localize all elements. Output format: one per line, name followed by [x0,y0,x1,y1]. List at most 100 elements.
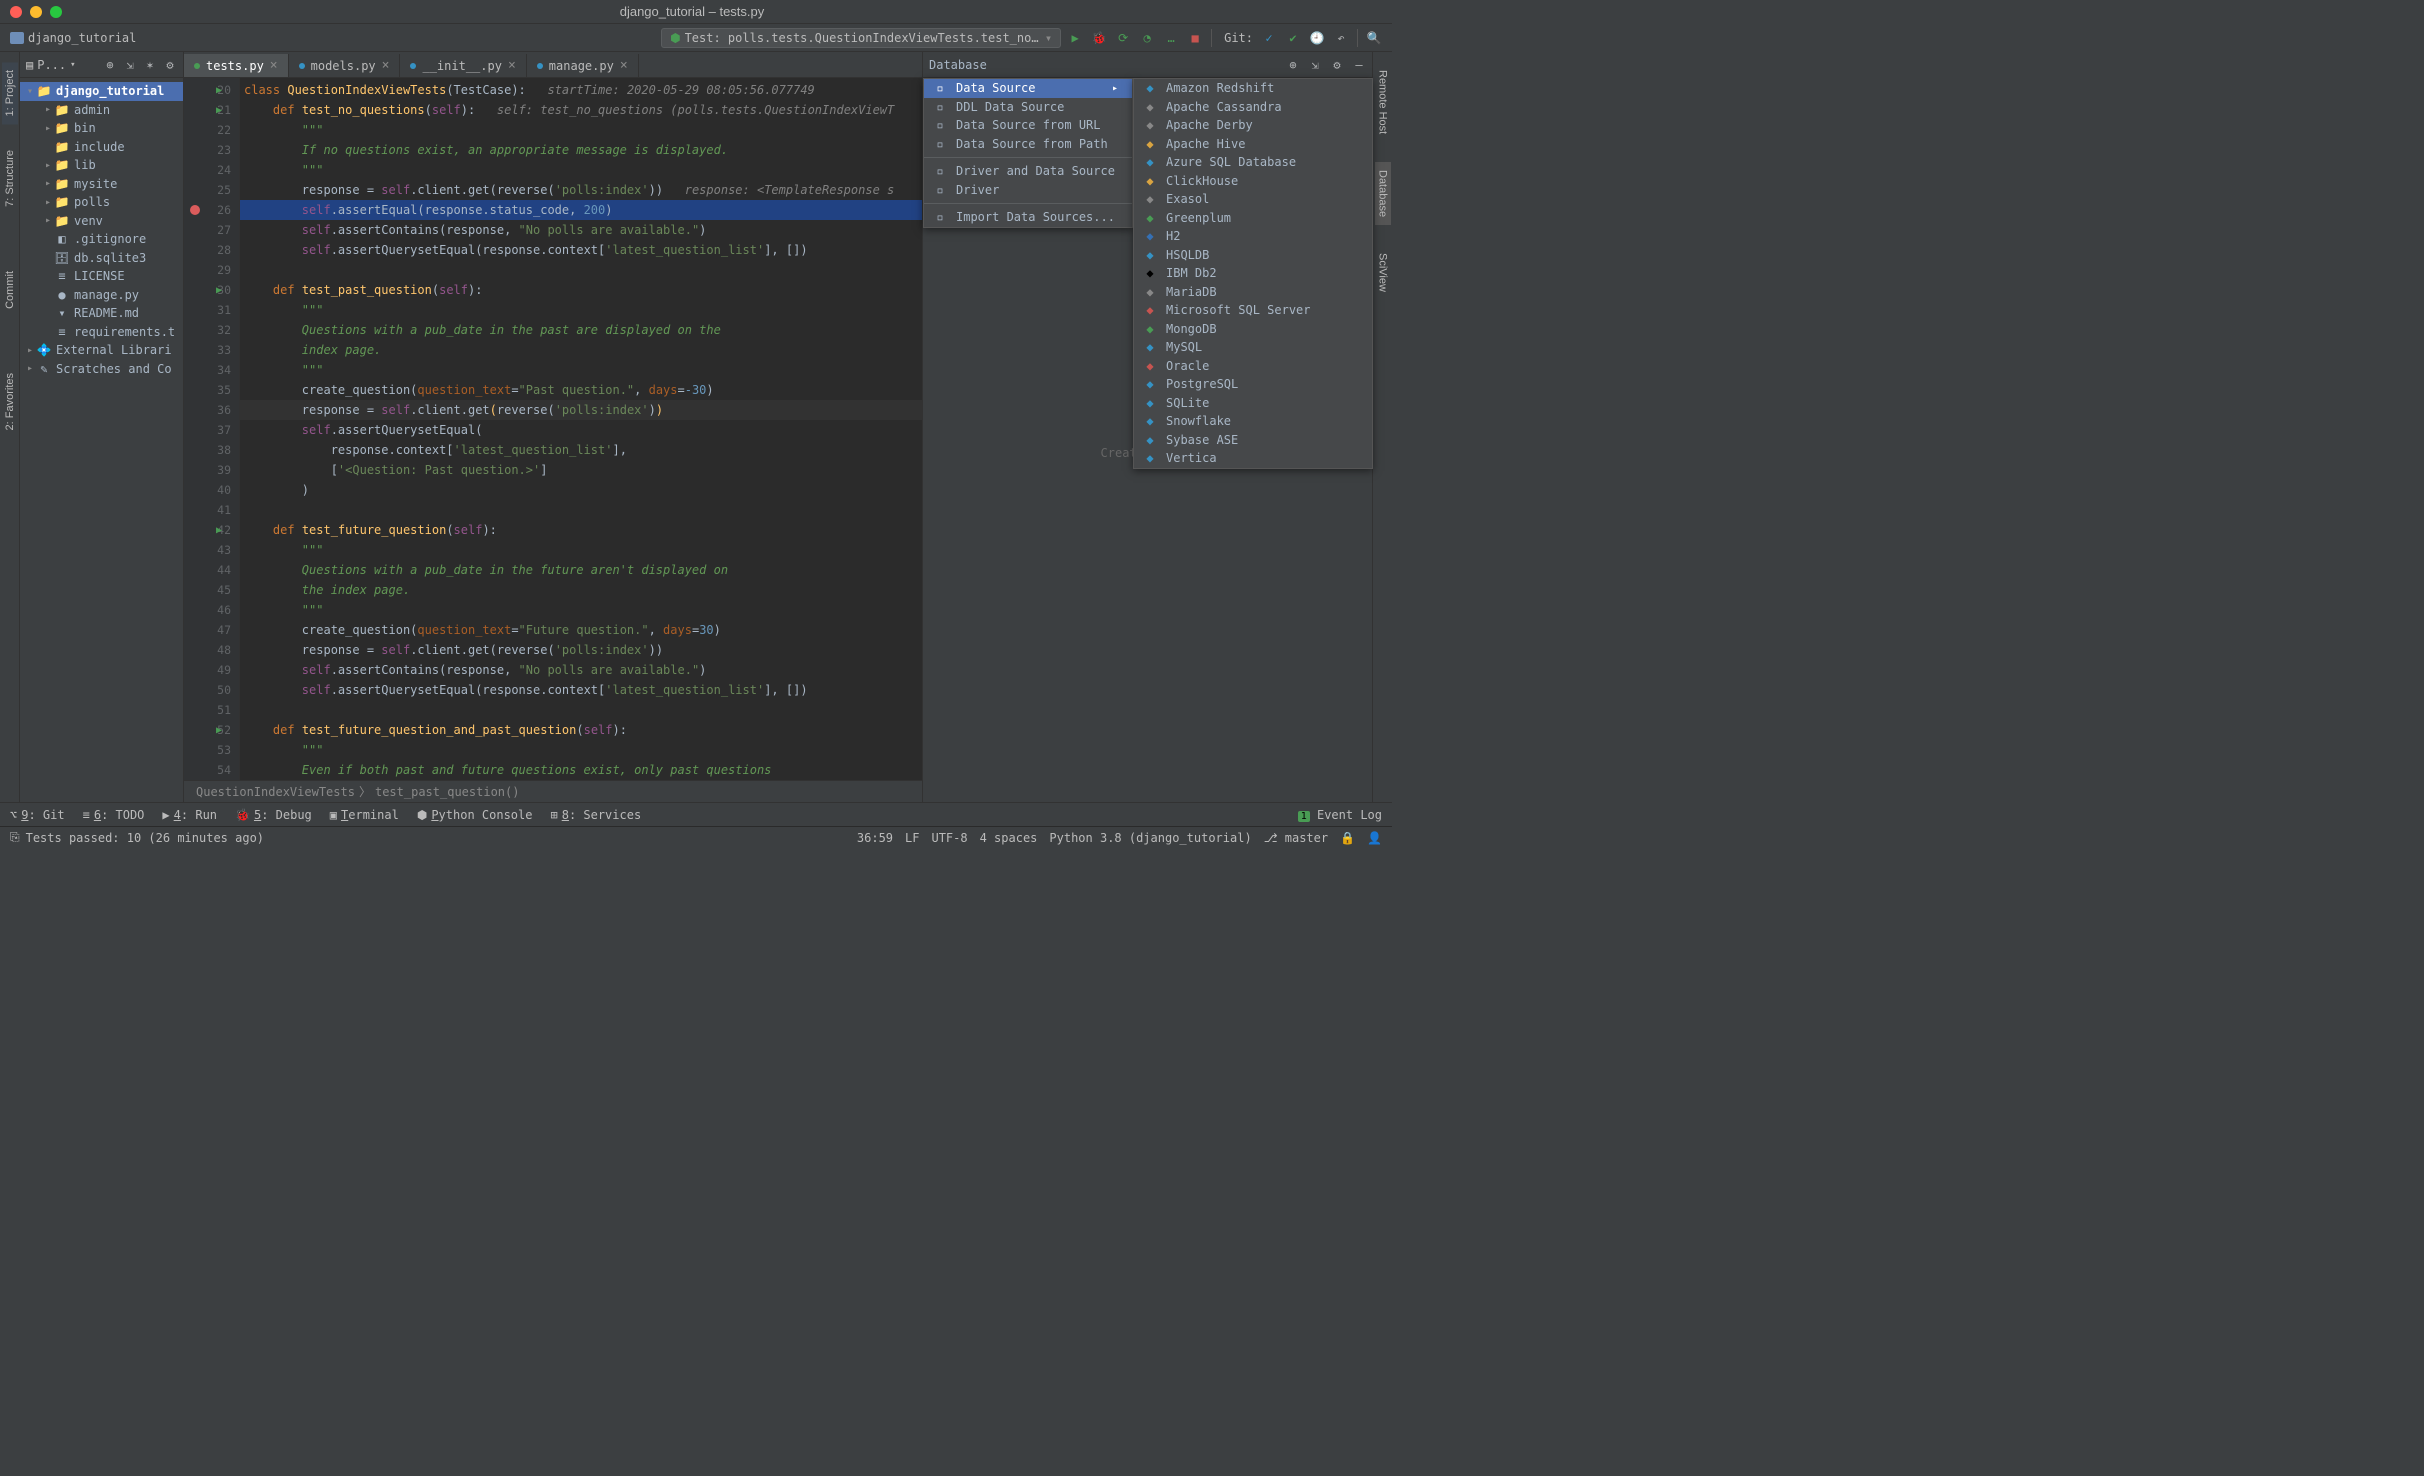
gutter-line-40[interactable]: 40 [184,480,239,500]
close-tab-icon[interactable]: × [620,58,628,73]
gutter-line-25[interactable]: 25 [184,180,239,200]
gutter-line-36[interactable]: 36 [184,400,239,420]
menu-data-source[interactable]: ▫Data Source▸ [924,79,1132,98]
rollback-button[interactable]: ↶ [1333,30,1349,46]
tree-item-readme-md[interactable]: ▾README.md [20,304,183,323]
left-strip-commit[interactable]: Commit [2,263,18,317]
gutter-line-33[interactable]: 33 [184,340,239,360]
tree-item-django_tutorial[interactable]: ▾📁django_tutorial [20,82,183,101]
db-sqlite[interactable]: ◆SQLite [1134,394,1372,413]
status-5[interactable]: ⎇ master [1264,831,1328,845]
tree-item-db-sqlite3[interactable]: 🗄db.sqlite3 [20,249,183,268]
db-hsqldb[interactable]: ◆HSQLDB [1134,246,1372,265]
code-line-27[interactable]: self.assertContains(response, "No polls … [240,220,922,240]
editor-gutter[interactable]: 20▶21▶222324252627282930▶313233343536373… [184,78,240,780]
right-strip-database[interactable]: Database [1375,162,1391,225]
status-1[interactable]: LF [905,831,919,845]
bottom-tool-8-services[interactable]: ⊞8: Services [550,808,641,822]
db-amazon-redshift[interactable]: ◆Amazon Redshift [1134,79,1372,98]
close-tab-icon[interactable]: × [382,58,390,73]
bottom-tool-6-todo[interactable]: ≡6: TODO [83,808,145,822]
tree-item-mysite[interactable]: ▸📁mysite [20,175,183,194]
gutter-line-47[interactable]: 47 [184,620,239,640]
code-line-50[interactable]: self.assertQuerysetEqual(response.contex… [240,680,922,700]
close-tab-icon[interactable]: × [508,58,516,73]
code-line-45[interactable]: the index page. [240,580,922,600]
left-strip-1-project[interactable]: 1: Project [2,62,18,124]
search-button[interactable]: 🔍 [1366,30,1382,46]
coverage-button[interactable]: ⟳ [1115,30,1131,46]
status-4[interactable]: Python 3.8 (django_tutorial) [1049,831,1251,845]
menu-driver-and-data-source[interactable]: ▫Driver and Data Source [924,162,1132,181]
tree-item-license[interactable]: ≡LICENSE [20,267,183,286]
code-line-34[interactable]: """ [240,360,922,380]
db-oracle[interactable]: ◆Oracle [1134,357,1372,376]
gutter-line-43[interactable]: 43 [184,540,239,560]
right-strip-sciview[interactable]: SciView [1375,245,1391,300]
gutter-line-50[interactable]: 50 [184,680,239,700]
gutter-line-34[interactable]: 34 [184,360,239,380]
gutter-line-28[interactable]: 28 [184,240,239,260]
tree-item-lib[interactable]: ▸📁lib [20,156,183,175]
db-mysql[interactable]: ◆MySQL [1134,338,1372,357]
gutter-line-41[interactable]: 41 [184,500,239,520]
tree-item-admin[interactable]: ▸📁admin [20,101,183,120]
code-line-28[interactable]: self.assertQuerysetEqual(response.contex… [240,240,922,260]
code-line-41[interactable] [240,500,922,520]
db-mongodb[interactable]: ◆MongoDB [1134,320,1372,339]
bottom-tool-4-run[interactable]: ▶4: Run [162,808,217,822]
db-h2[interactable]: ◆H2 [1134,227,1372,246]
run-button[interactable]: ▶ [1067,30,1083,46]
menu-ddl-data-source[interactable]: ▫DDL Data Source [924,98,1132,117]
settings-icon[interactable]: ⚙ [1330,58,1344,72]
editor-tab-models-py[interactable]: models.py× [289,54,401,77]
code-line-26[interactable]: self.assertEqual(response.status_code, 2… [240,200,922,220]
bottom-tool-terminal[interactable]: ▣Terminal [330,808,399,822]
gutter-line-38[interactable]: 38 [184,440,239,460]
collapse-icon[interactable]: ✶ [143,58,157,72]
gutter-line-53[interactable]: 53 [184,740,239,760]
code-line-20[interactable]: class QuestionIndexViewTests(TestCase): … [240,80,922,100]
project-tree[interactable]: ▾📁django_tutorial▸📁admin▸📁bin📁include▸📁l… [20,78,183,382]
tree-item-requirements-t[interactable]: ≡requirements.t [20,323,183,342]
editor-crumbs[interactable]: QuestionIndexViewTests 〉 test_past_quest… [184,780,922,802]
gutter-line-27[interactable]: 27 [184,220,239,240]
close-window[interactable] [10,6,22,18]
gutter-line-32[interactable]: 32 [184,320,239,340]
gutter-line-48[interactable]: 48 [184,640,239,660]
code-line-24[interactable]: """ [240,160,922,180]
datasource-menu[interactable]: ▫Data Source▸▫DDL Data Source▫Data Sourc… [923,78,1133,228]
breakpoint-icon[interactable] [190,205,200,215]
code-area[interactable]: class QuestionIndexViewTests(TestCase): … [240,78,922,780]
editor-tab-__init__-py[interactable]: __init__.py× [400,54,526,77]
status-2[interactable]: UTF-8 [931,831,967,845]
run-gutter-icon[interactable]: ▶ [216,725,222,736]
minimize-window[interactable] [30,6,42,18]
db-apache-cassandra[interactable]: ◆Apache Cassandra [1134,98,1372,117]
lock-icon[interactable]: 🔒 [1340,831,1355,845]
db-postgresql[interactable]: ◆PostgreSQL [1134,375,1372,394]
menu-import-data-sources-[interactable]: ▫Import Data Sources... [924,208,1132,227]
gutter-line-20[interactable]: 20▶ [184,80,239,100]
code-line-40[interactable]: ) [240,480,922,500]
gutter-line-45[interactable]: 45 [184,580,239,600]
db-exasol[interactable]: ◆Exasol [1134,190,1372,209]
code-line-47[interactable]: create_question(question_text="Future qu… [240,620,922,640]
db-ibm-db2[interactable]: ◆IBM Db2 [1134,264,1372,283]
code-line-37[interactable]: self.assertQuerysetEqual( [240,420,922,440]
db-clickhouse[interactable]: ◆ClickHouse [1134,172,1372,191]
gutter-line-30[interactable]: 30▶ [184,280,239,300]
event-log[interactable]: 1 Event Log [1298,808,1382,822]
code-line-23[interactable]: If no questions exist, an appropriate me… [240,140,922,160]
gutter-line-54[interactable]: 54 [184,760,239,780]
user-icon[interactable]: 👤 [1367,831,1382,845]
datasource-submenu[interactable]: ◆Amazon Redshift◆Apache Cassandra◆Apache… [1133,78,1373,469]
editor-tab-manage-py[interactable]: manage.py× [527,54,639,77]
status-3[interactable]: 4 spaces [980,831,1038,845]
code-line-25[interactable]: response = self.client.get(reverse('poll… [240,180,922,200]
right-strip-remote-host[interactable]: Remote Host [1375,62,1391,142]
tree-item-polls[interactable]: ▸📁polls [20,193,183,212]
db-microsoft-sql-server[interactable]: ◆Microsoft SQL Server [1134,301,1372,320]
left-strip-7-structure[interactable]: 7: Structure [2,142,18,215]
code-line-39[interactable]: ['<Question: Past question.>'] [240,460,922,480]
